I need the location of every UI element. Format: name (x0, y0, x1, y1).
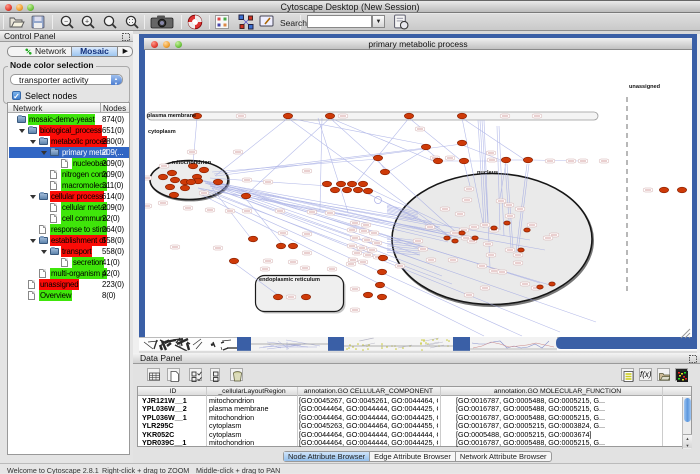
svg-text:cytoplasm: cytoplasm (148, 129, 176, 135)
svg-text:nucleus: nucleus (477, 170, 498, 176)
svg-text:−: − (64, 18, 68, 25)
svg-text:∷: ∷ (129, 18, 134, 25)
svg-text:mitochondrion: mitochondrion (172, 160, 212, 166)
svg-text:plasma membrane: plasma membrane (147, 113, 196, 119)
svg-text:endoplasmic reticulum: endoplasmic reticulum (259, 277, 320, 283)
svg-text:unassigned: unassigned (629, 84, 661, 90)
svg-text:+: + (85, 18, 89, 25)
